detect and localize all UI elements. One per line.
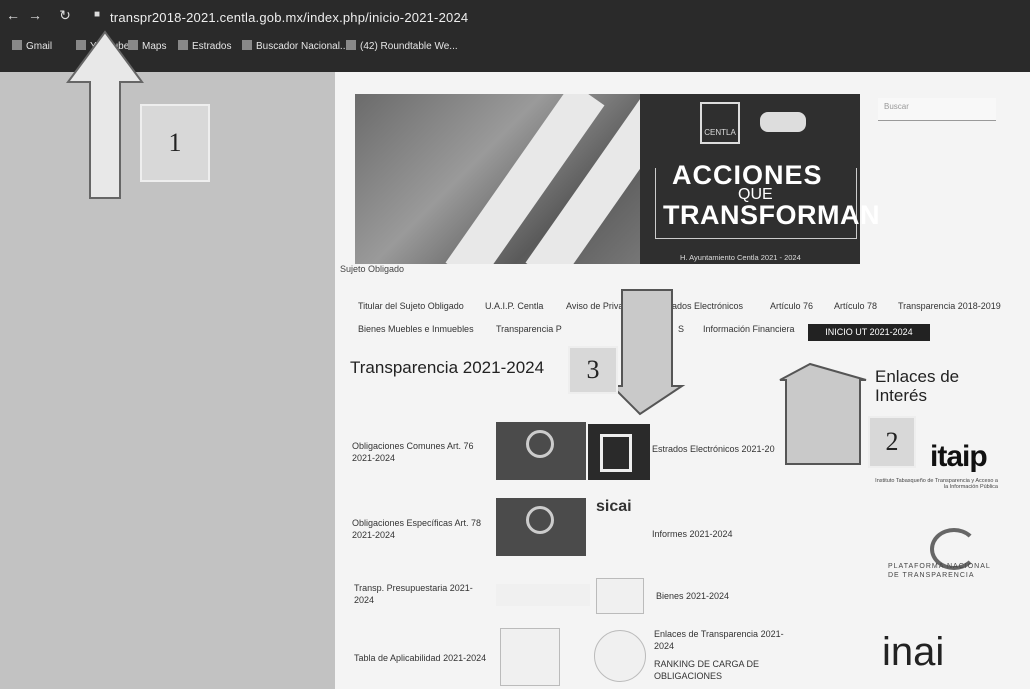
annotation-3: 3	[568, 346, 618, 394]
arrow-2	[779, 362, 867, 465]
arrow-1	[66, 30, 144, 199]
arrow-3	[609, 289, 686, 416]
annotation-1: 1	[140, 104, 210, 182]
annotation-2: 2	[868, 416, 916, 468]
